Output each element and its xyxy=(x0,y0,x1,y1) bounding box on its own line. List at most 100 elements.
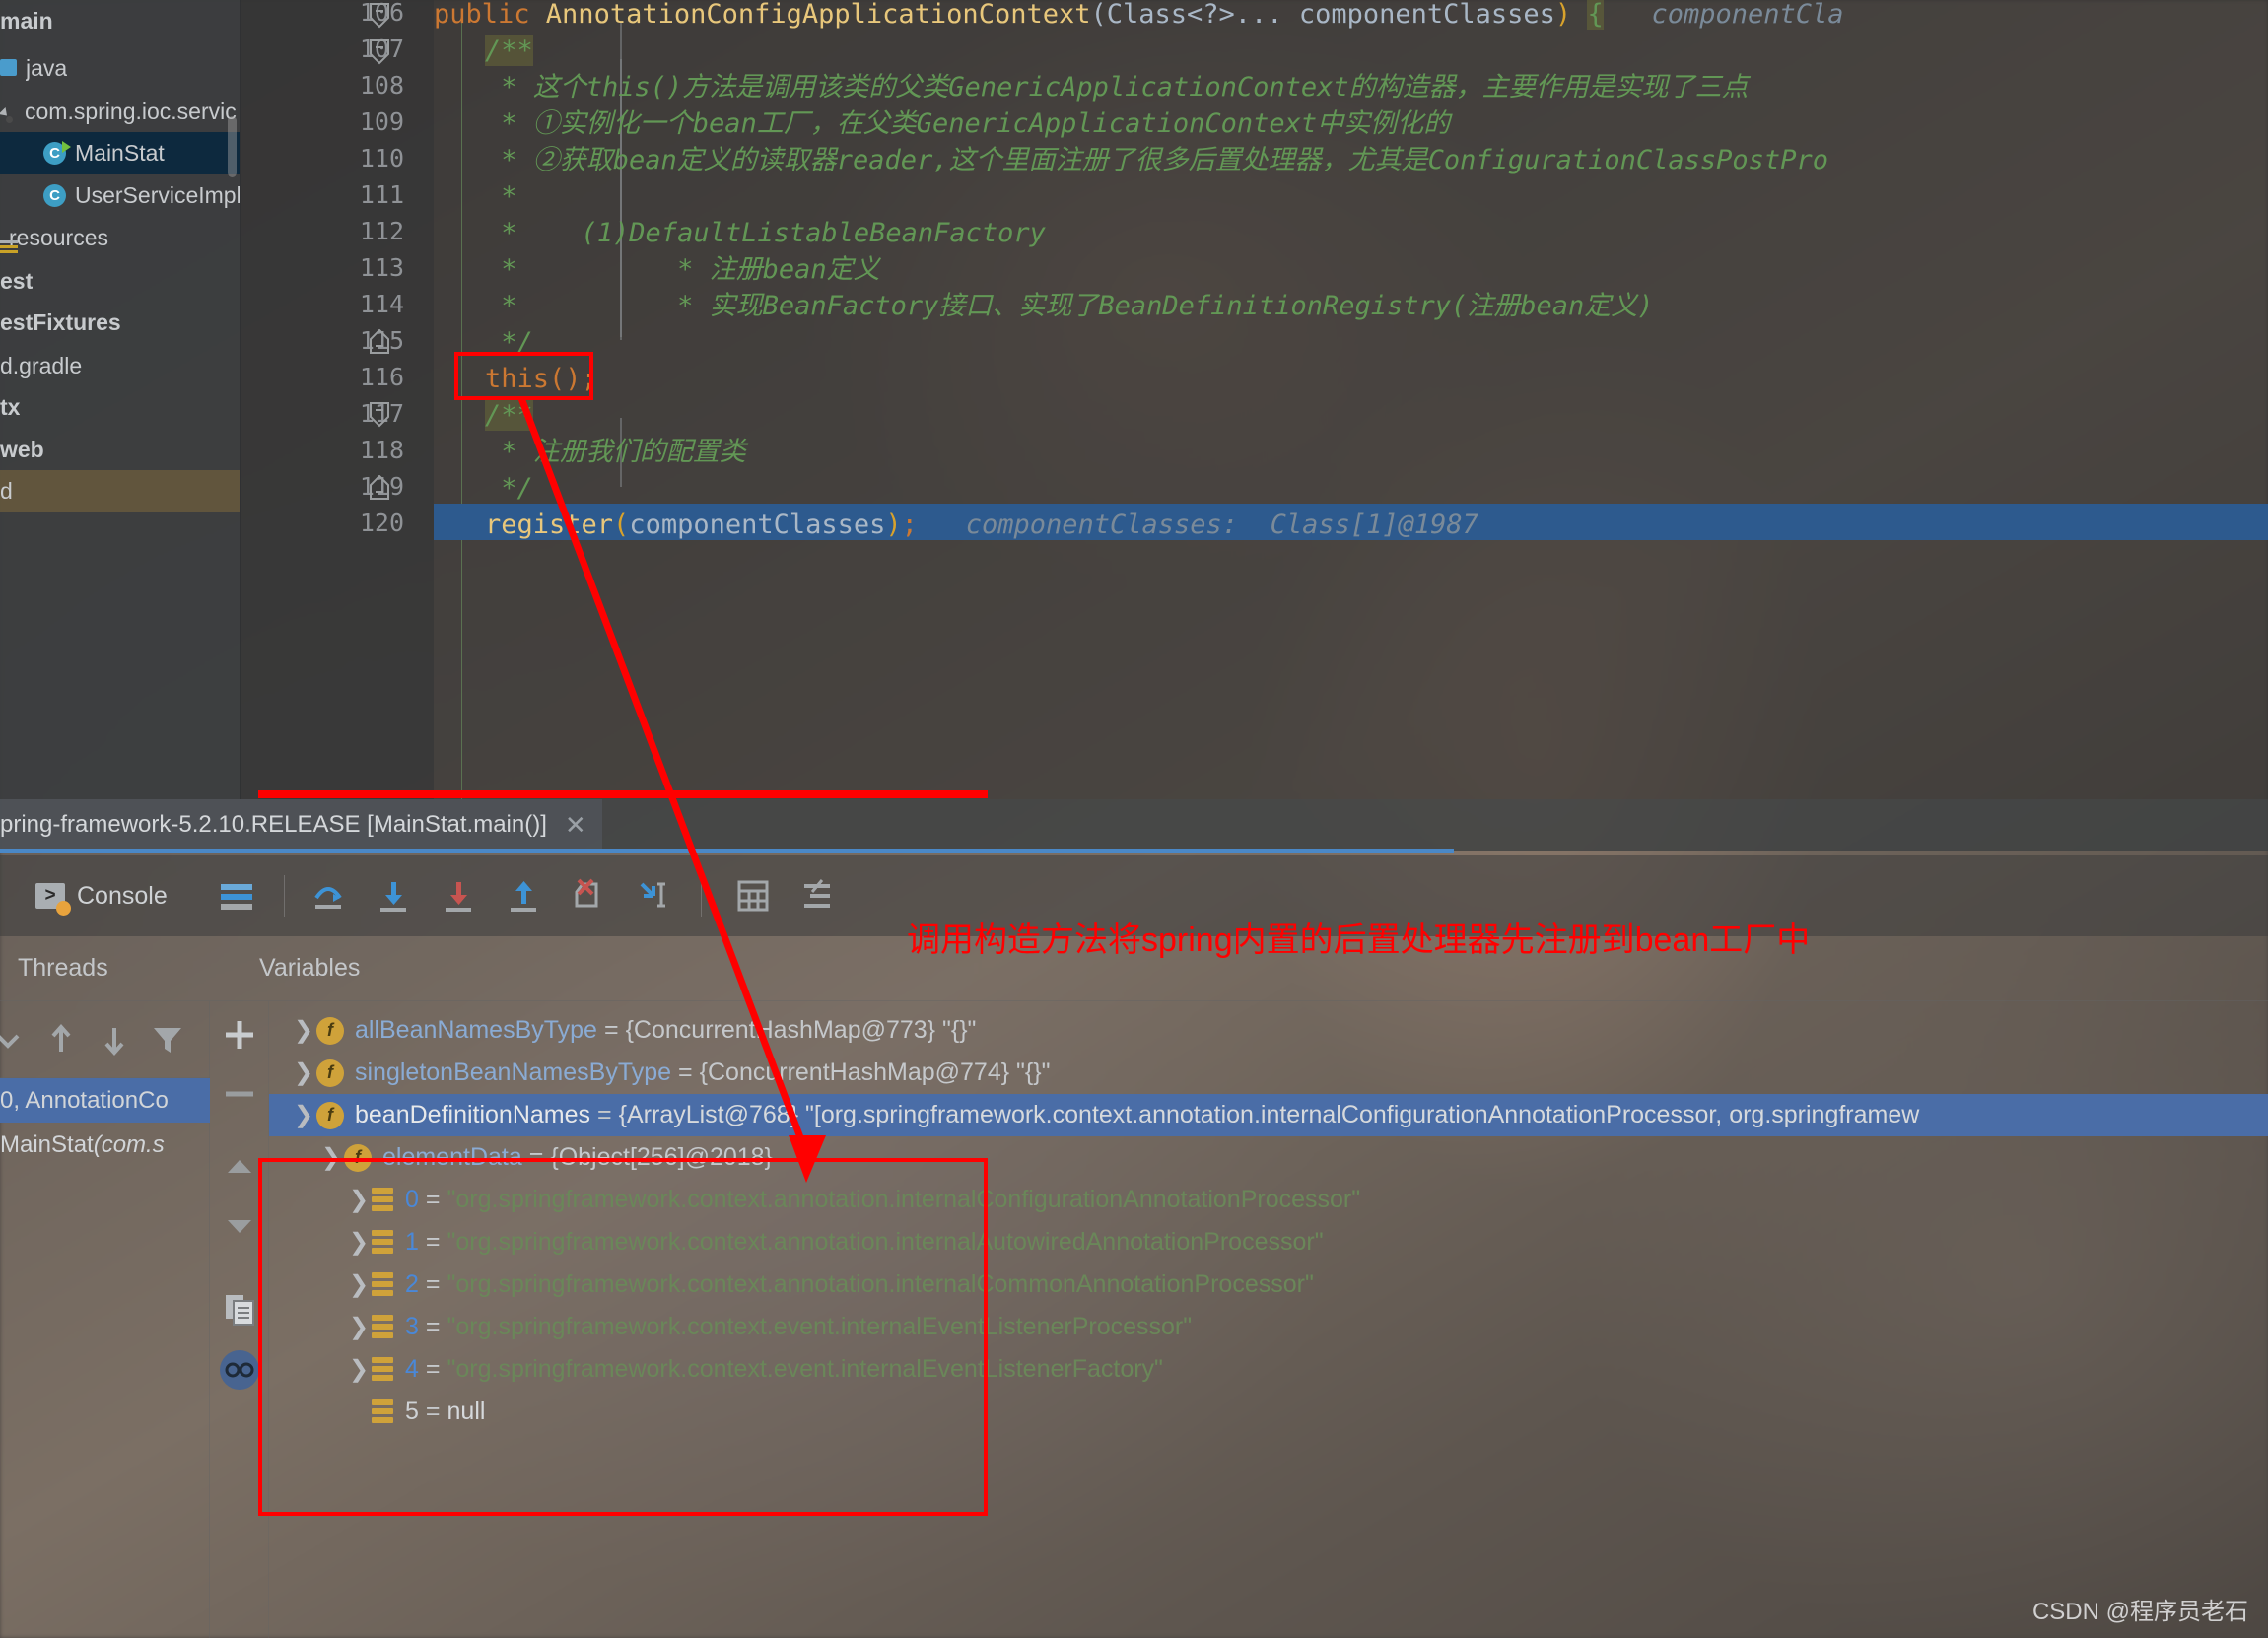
line-number: 114 xyxy=(359,290,404,318)
editor-gutter[interactable]: 106 107 108 109 110 111 112 113 114 115 … xyxy=(241,0,674,799)
variable-name: singletonBeanNamesByType xyxy=(355,1058,672,1086)
chevron-right-icon[interactable]: ❯ xyxy=(346,1186,372,1214)
console-tab[interactable]: > Console xyxy=(35,881,168,916)
tree-item-main[interactable]: main xyxy=(0,0,240,42)
step-into-icon[interactable] xyxy=(372,874,415,918)
code-line-115[interactable]: */ xyxy=(485,324,533,361)
code-line-119[interactable]: */ xyxy=(485,470,533,507)
filter-icon[interactable] xyxy=(146,1018,189,1061)
tree-item-d[interactable]: d xyxy=(0,470,240,512)
code-line-106[interactable]: public AnnotationConfigApplicationContex… xyxy=(434,0,1844,33)
step-out-icon[interactable] xyxy=(502,874,545,918)
watch-icon[interactable] xyxy=(218,1348,261,1392)
evaluate-expression-icon[interactable] xyxy=(731,874,775,918)
fold-expand-icon[interactable] xyxy=(369,329,390,354)
threads-panel[interactable]: 0, AnnotationCo MainStat (com.s xyxy=(0,1001,210,1638)
variable-row[interactable]: ❯ 2 = "org.springframework.context.annot… xyxy=(269,1263,2268,1306)
minus-icon[interactable] xyxy=(218,1072,261,1116)
project-tree[interactable]: main java com.spring.ioc.servic C MainSt… xyxy=(0,0,241,799)
variable-row[interactable]: ❯ f beanDefinitionNames = {ArrayList@768… xyxy=(269,1094,2268,1136)
fold-expand-icon[interactable] xyxy=(369,475,390,500)
chevron-right-icon[interactable]: ❯ xyxy=(346,1228,372,1257)
close-icon[interactable]: ✕ xyxy=(565,810,586,841)
code-line-110[interactable]: * ②获取bean定义的读取器reader,这个里面注册了很多后置处理器，尤其是… xyxy=(485,142,1828,178)
fold-collapse-icon[interactable] xyxy=(369,402,390,428)
down-arrow-icon[interactable] xyxy=(93,1018,136,1061)
run-configuration-tab[interactable]: pring-framework-5.2.10.RELEASE [MainStat… xyxy=(0,799,602,851)
code-line-107[interactable]: /** xyxy=(485,33,533,69)
chevron-down-icon[interactable]: ❯ xyxy=(291,1101,316,1129)
layout-icon[interactable] xyxy=(215,874,258,918)
chevron-right-icon[interactable]: ❯ xyxy=(346,1270,372,1299)
chevron-down-icon[interactable]: ❯ xyxy=(318,1143,344,1172)
thread-row[interactable]: MainStat (com.s xyxy=(0,1123,210,1167)
plus-icon[interactable] xyxy=(218,1013,261,1057)
up-arrow-icon[interactable] xyxy=(39,1018,83,1061)
thread-label: MainStat xyxy=(0,1130,94,1158)
tree-item-userserviceimpl[interactable]: C UserServiceImpl xyxy=(0,174,240,217)
tree-item-package[interactable]: com.spring.ioc.servic xyxy=(0,91,240,133)
variable-row[interactable]: ❯ f allBeanNamesByType = {ConcurrentHash… xyxy=(269,1009,2268,1052)
tree-item-mainstat[interactable]: C MainStat xyxy=(0,132,240,174)
code-line-116[interactable]: this(); xyxy=(485,361,597,397)
line-number: 110 xyxy=(359,144,404,172)
variable-row[interactable]: ❯ 1 = "org.springframework.context.annot… xyxy=(269,1221,2268,1263)
run-to-cursor-icon[interactable] xyxy=(632,874,675,918)
code-line-118[interactable]: * 注册我们的配置类 xyxy=(485,434,746,470)
chevron-right-icon[interactable]: ❯ xyxy=(346,1355,372,1384)
down-triangle-icon[interactable] xyxy=(218,1204,261,1248)
watermark: CSDN @程序员老石 xyxy=(2031,1599,2248,1625)
code-line-114[interactable]: * * 实现BeanFactory接口、实现了BeanDefinitionReg… xyxy=(485,288,1653,324)
collapse-icon[interactable] xyxy=(0,1018,30,1061)
code-text[interactable]: public AnnotationConfigApplicationContex… xyxy=(434,0,2268,799)
chevron-right-icon[interactable]: ❯ xyxy=(346,1313,372,1341)
variable-row[interactable]: ❯ 3 = "org.springframework.context.event… xyxy=(269,1306,2268,1348)
fold-collapse-icon[interactable] xyxy=(369,39,390,65)
class-runnable-icon: C xyxy=(43,141,71,165)
thread-row[interactable]: 0, AnnotationCo xyxy=(0,1078,210,1123)
run-tab-bar: pring-framework-5.2.10.RELEASE [MainStat… xyxy=(0,799,2268,853)
tree-item-build-gradle[interactable]: d.gradle xyxy=(0,345,240,387)
variable-value: {ConcurrentHashMap@773} "{}" xyxy=(625,1016,977,1044)
variable-value: {ArrayList@768} "[org.springframework.co… xyxy=(618,1101,1920,1128)
tree-scrollbar[interactable] xyxy=(228,116,237,177)
settings-icon[interactable] xyxy=(796,874,840,918)
equals-sign: = xyxy=(528,1143,544,1171)
chevron-right-icon[interactable]: ❯ xyxy=(291,1016,316,1045)
force-step-into-icon[interactable] xyxy=(437,874,480,918)
code-line-109[interactable]: * ①实例化一个bean工厂，在父类GenericApplicationCont… xyxy=(485,105,1450,142)
editor-area: main java com.spring.ioc.servic C MainSt… xyxy=(0,0,2268,799)
copy-icon[interactable] xyxy=(218,1287,261,1331)
console-label: Console xyxy=(77,881,168,910)
tree-item-tx[interactable]: tx xyxy=(0,386,240,429)
variable-row[interactable]: ❯ f elementData = {Object[256]@2018} xyxy=(269,1136,2268,1179)
tree-item-label: d xyxy=(0,478,13,504)
chevron-right-icon[interactable]: ❯ xyxy=(291,1058,316,1087)
annotation-note: 调用构造方法将spring内置的后置处理器先注册到bean工厂中 xyxy=(907,921,1811,959)
code-line-117[interactable]: /** xyxy=(485,397,533,434)
up-triangle-icon[interactable] xyxy=(218,1145,261,1189)
array-icon xyxy=(372,1271,393,1298)
variable-row[interactable]: 5 = null xyxy=(269,1391,2268,1433)
code-line-112[interactable]: * (1)DefaultListableBeanFactory xyxy=(485,215,1046,251)
tree-item-label: MainStat xyxy=(75,140,165,166)
code-line-108[interactable]: * 这个this()方法是调用该类的父类GenericApplicationCo… xyxy=(485,69,1748,105)
variable-row[interactable]: ❯ 0 = "org.springframework.context.annot… xyxy=(269,1179,2268,1221)
tree-item-test[interactable]: est xyxy=(0,260,240,303)
register-call: register xyxy=(485,510,614,540)
tree-item-testfixtures[interactable]: estFixtures xyxy=(0,302,240,344)
code-line-113[interactable]: * * 注册bean定义 xyxy=(485,251,879,288)
class-icon: C xyxy=(43,184,66,207)
code-line-120[interactable]: register(componentClasses); componentCla… xyxy=(485,507,1478,543)
variable-name: elementData xyxy=(382,1143,522,1171)
step-over-icon[interactable] xyxy=(307,874,350,918)
drop-frame-icon[interactable] xyxy=(567,874,610,918)
tree-item-web[interactable]: web xyxy=(0,429,240,471)
tree-item-resources[interactable]: resources xyxy=(0,217,240,259)
variable-row[interactable]: ❯ 4 = "org.springframework.context.event… xyxy=(269,1348,2268,1391)
variable-row[interactable]: ❯ f singletonBeanNamesByType = {Concurre… xyxy=(269,1052,2268,1094)
tree-item-java[interactable]: java xyxy=(0,47,240,90)
code-line-111[interactable]: * xyxy=(485,178,516,215)
variables-list[interactable]: ❯ f allBeanNamesByType = {ConcurrentHash… xyxy=(269,1001,2268,1638)
fold-collapse-icon[interactable] xyxy=(369,3,390,29)
